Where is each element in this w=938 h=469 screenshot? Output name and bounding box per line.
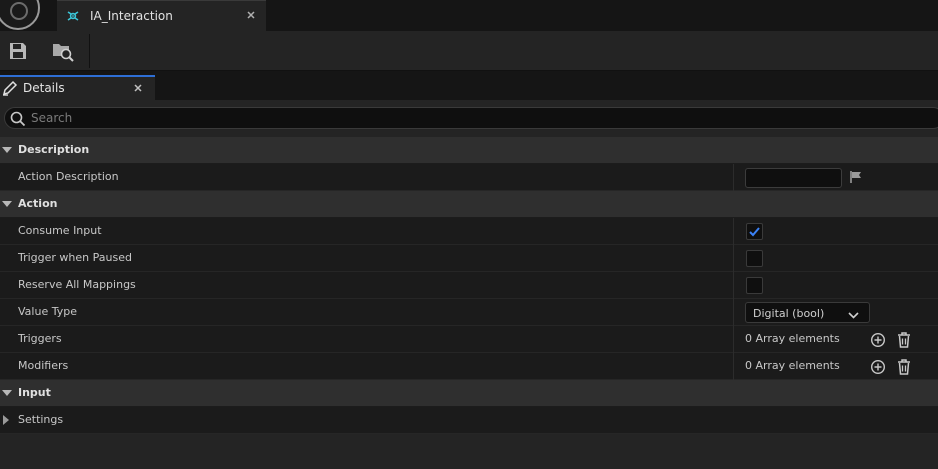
property-label: Trigger when Paused — [18, 251, 132, 264]
browse-to-asset-button[interactable] — [51, 40, 74, 62]
category-description[interactable]: Description — [0, 137, 938, 164]
chevron-down-icon — [848, 309, 859, 322]
asset-tab-title: IA_Interaction — [90, 9, 173, 23]
category-label: Action — [18, 197, 58, 210]
input-action-icon — [66, 9, 80, 26]
property-list: Description Action Description Action Co… — [0, 137, 938, 434]
dropdown-value: Digital (bool) — [753, 307, 825, 320]
reserve-all-mappings-checkbox[interactable] — [746, 277, 763, 294]
category-label: Description — [18, 143, 90, 156]
property-row-consume-input: Consume Input — [0, 218, 938, 245]
plus-circle-icon — [870, 359, 886, 375]
collapsed-arrow-icon[interactable] — [3, 415, 9, 425]
property-label: Reserve All Mappings — [18, 278, 136, 291]
property-row-reserve-all-mappings: Reserve All Mappings — [0, 272, 938, 299]
unreal-logo-icon[interactable] — [0, 0, 40, 30]
property-label: Modifiers — [18, 359, 69, 372]
panel-tab-strip: Details — [0, 71, 938, 100]
checkmark-icon — [749, 227, 760, 237]
browse-to-asset-icon — [53, 44, 74, 62]
array-count: 0 Array elements — [745, 332, 840, 345]
close-icon[interactable] — [246, 9, 256, 21]
expand-arrow-icon[interactable] — [2, 390, 12, 396]
column-divider[interactable] — [733, 164, 734, 191]
property-row-modifiers: Modifiers 0 Array elements — [0, 353, 938, 380]
category-input[interactable]: Input — [0, 380, 938, 407]
expand-arrow-icon[interactable] — [2, 147, 12, 153]
trash-icon — [898, 332, 910, 348]
consume-input-checkbox[interactable] — [746, 223, 763, 240]
trigger-when-paused-checkbox[interactable] — [746, 250, 763, 267]
search-box[interactable] — [4, 107, 938, 129]
search-icon — [10, 111, 26, 130]
add-element-button[interactable] — [870, 332, 886, 348]
expand-arrow-icon[interactable] — [2, 201, 12, 207]
property-label: Consume Input — [18, 224, 102, 237]
toolbar-separator — [89, 34, 90, 68]
array-count: 0 Array elements — [745, 359, 840, 372]
plus-circle-icon — [870, 332, 886, 348]
column-divider[interactable] — [733, 299, 734, 326]
details-tab-label: Details — [23, 81, 65, 95]
save-button[interactable] — [7, 40, 29, 62]
title-bar: IA_Interaction — [0, 0, 938, 31]
add-element-button[interactable] — [870, 359, 886, 375]
category-action[interactable]: Action — [0, 191, 938, 218]
property-row-triggers: Triggers 0 Array elements — [0, 326, 938, 353]
property-row-value-type: Value Type Digital (bool) — [0, 299, 938, 326]
details-tab[interactable]: Details — [0, 75, 155, 100]
search-input[interactable] — [31, 110, 631, 126]
column-divider[interactable] — [733, 218, 734, 245]
trash-icon — [898, 359, 910, 375]
asset-tab[interactable]: IA_Interaction — [57, 0, 266, 31]
property-label: Value Type — [18, 305, 77, 318]
clear-array-button[interactable] — [896, 358, 912, 376]
property-label: Settings — [18, 413, 64, 426]
property-row-settings[interactable]: Settings — [0, 407, 938, 434]
asset-toolbar — [0, 31, 938, 71]
close-icon[interactable] — [133, 82, 143, 94]
property-label: Triggers — [18, 332, 62, 345]
property-label: Action Description — [18, 170, 119, 183]
column-divider[interactable] — [733, 272, 734, 299]
category-label: Input — [18, 386, 51, 399]
property-row-action-description: Action Description — [0, 164, 938, 191]
value-type-dropdown[interactable]: Digital (bool) — [745, 302, 870, 323]
column-divider[interactable] — [733, 245, 734, 272]
save-icon — [10, 43, 26, 59]
pencil-icon — [2, 80, 18, 99]
action-description-field[interactable] — [745, 168, 842, 188]
property-row-trigger-when-paused: Trigger when Paused — [0, 245, 938, 272]
column-divider[interactable] — [733, 353, 734, 380]
column-divider[interactable] — [733, 326, 734, 353]
details-panel: Description Action Description Action Co… — [0, 100, 938, 469]
localization-flag-icon[interactable] — [849, 170, 863, 187]
clear-array-button[interactable] — [896, 331, 912, 349]
